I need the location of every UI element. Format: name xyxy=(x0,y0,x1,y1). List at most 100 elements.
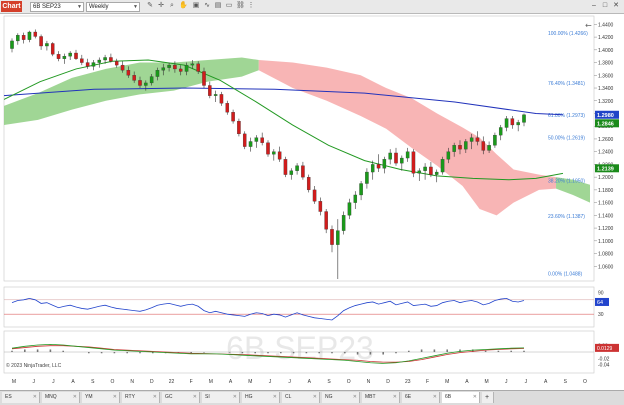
time-tick-label: D xyxy=(386,379,390,385)
candle-body xyxy=(50,43,55,55)
fib-level-label: 50.00% (1.2619) xyxy=(548,136,585,142)
instrument-tab-ng[interactable]: NG ✕ xyxy=(322,392,360,403)
candle-body xyxy=(248,141,253,147)
instrument-tab-label: MBT xyxy=(365,394,376,400)
instrument-tab-6e[interactable]: 6E ✕ xyxy=(402,392,440,403)
candle-body xyxy=(510,118,515,126)
candle-body xyxy=(62,56,67,59)
candle-body xyxy=(149,76,154,84)
candle-body xyxy=(208,85,212,96)
candle-body xyxy=(400,157,404,164)
candle-body xyxy=(469,137,474,142)
candle-body xyxy=(161,67,166,71)
candle-body xyxy=(498,127,503,136)
candle-body xyxy=(33,31,38,37)
candle-body xyxy=(324,211,328,230)
close-tab-icon[interactable]: ✕ xyxy=(113,392,117,403)
instrument-tab-es[interactable]: ES ✕ xyxy=(2,392,40,403)
candle-body xyxy=(167,64,171,68)
time-tick-label: M xyxy=(484,379,488,385)
add-tab-icon[interactable]: + xyxy=(482,392,494,403)
candle-body xyxy=(452,145,456,152)
rsi-tick-label: 30 xyxy=(598,312,604,318)
candle-body xyxy=(306,176,311,191)
instrument-tab-label: 6E xyxy=(405,394,412,400)
candle-body xyxy=(458,145,462,150)
macd-tick-label: -0.02 xyxy=(598,356,610,362)
candle-body xyxy=(80,58,84,63)
close-tab-icon[interactable]: ✕ xyxy=(393,392,397,403)
candle-body xyxy=(225,103,230,113)
close-tab-icon[interactable]: ✕ xyxy=(233,392,237,403)
candle-body xyxy=(330,229,334,245)
candle-body xyxy=(493,134,497,146)
candle-body xyxy=(504,118,509,128)
instrument-tab-label: CL xyxy=(285,394,292,400)
time-tick-label: O xyxy=(347,379,351,385)
instrument-tab-label: GC xyxy=(165,394,173,400)
price-label-text: 1.2139 xyxy=(597,166,614,172)
candle-body xyxy=(283,159,288,175)
price-tick-label: 1.3800 xyxy=(598,61,614,67)
candle-body xyxy=(411,151,416,174)
instrument-tab-mbt[interactable]: MBT ✕ xyxy=(362,392,400,403)
candle-body xyxy=(516,122,520,126)
time-tick-label: O xyxy=(583,379,587,385)
close-tab-icon[interactable]: ✕ xyxy=(473,392,477,403)
fib-level-label: 76.40% (1.3481) xyxy=(548,81,585,87)
instrument-tab-gc[interactable]: GC ✕ xyxy=(162,392,200,403)
candle-body xyxy=(405,151,410,159)
instrument-tab-hg[interactable]: HG ✕ xyxy=(242,392,280,403)
candle-body xyxy=(219,94,224,104)
instrument-tab-cl[interactable]: CL ✕ xyxy=(282,392,320,403)
instrument-tab-mnq[interactable]: MNQ ✕ xyxy=(42,392,80,403)
instrument-tab-label: HG xyxy=(245,394,253,400)
close-tab-icon[interactable]: ✕ xyxy=(313,392,317,403)
fib-level-label: 38.20% (1.1950) xyxy=(548,178,585,184)
price-chart[interactable]: 6B SEP23 100.00% (1.4266)76.40% (1.3481)… xyxy=(0,0,624,390)
arrow-left-icon[interactable]: ← xyxy=(585,21,592,30)
close-tab-icon[interactable]: ✕ xyxy=(433,392,437,403)
price-tick-label: 1.1400 xyxy=(598,213,614,219)
candle-body xyxy=(213,94,218,96)
close-tab-icon[interactable]: ✕ xyxy=(193,392,197,403)
price-tick-label: 1.1800 xyxy=(598,188,614,194)
close-tab-icon[interactable]: ✕ xyxy=(153,392,157,403)
candle-body xyxy=(74,52,78,59)
time-tick-label: M xyxy=(209,379,213,385)
close-tab-icon[interactable]: ✕ xyxy=(353,392,357,403)
close-tab-icon[interactable]: ✕ xyxy=(273,392,277,403)
candle-body xyxy=(347,202,352,216)
candle-body xyxy=(155,70,160,77)
fib-level-label: 23.60% (1.1387) xyxy=(548,214,585,220)
price-tick-label: 1.3200 xyxy=(598,99,614,105)
instrument-tab-label: YM xyxy=(85,394,93,400)
candle-body xyxy=(295,165,299,171)
instrument-tab-ym[interactable]: YM ✕ xyxy=(82,392,120,403)
instrument-tab-6b[interactable]: 6B ✕ xyxy=(442,392,480,403)
candle-body xyxy=(446,151,451,160)
candle-body xyxy=(10,40,14,49)
price-tick-label: 1.1000 xyxy=(598,239,614,245)
instrument-tab-rty[interactable]: RTY ✕ xyxy=(122,392,160,403)
candle-body xyxy=(417,170,422,174)
candle-body xyxy=(365,171,369,184)
instrument-tab-si[interactable]: SI ✕ xyxy=(202,392,240,403)
time-tick-label: F xyxy=(190,379,193,385)
candle-body xyxy=(394,152,398,164)
candle-body xyxy=(353,194,358,203)
price-tick-label: 1.1600 xyxy=(598,201,614,207)
candle-body xyxy=(97,59,102,63)
candle-body xyxy=(376,164,381,169)
time-tick-label: 22 xyxy=(169,379,175,385)
candle-body xyxy=(114,61,119,66)
close-tab-icon[interactable]: ✕ xyxy=(73,392,77,403)
close-tab-icon[interactable]: ✕ xyxy=(33,392,37,403)
candle-body xyxy=(138,80,142,86)
candle-body xyxy=(318,201,323,212)
price-tick-label: 1.4000 xyxy=(598,48,614,54)
candle-body xyxy=(423,166,427,171)
candle-body xyxy=(120,64,125,71)
candle-body xyxy=(173,64,177,70)
instrument-tab-label: MNQ xyxy=(45,394,57,400)
